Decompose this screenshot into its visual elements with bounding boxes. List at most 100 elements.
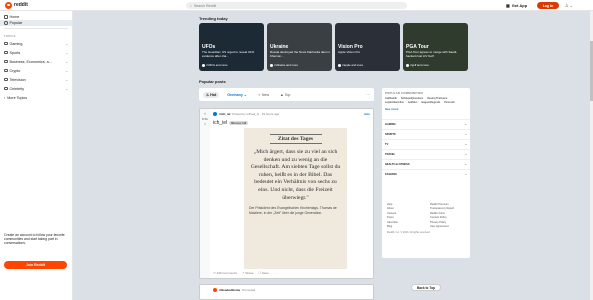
image-heading: Zitat des Tages xyxy=(269,134,322,144)
post-title[interactable]: ich_iel xyxy=(213,120,227,126)
subreddit-avatar[interactable] xyxy=(213,112,217,116)
trending-card-ukraine[interactable]: Ukraine Russia destroyed the Nova Kakhov… xyxy=(267,23,332,71)
business-icon xyxy=(4,59,8,64)
flame-icon: ♨ xyxy=(206,92,210,97)
comments-button[interactable]: ▭ 329 Comments xyxy=(213,271,237,275)
section-label: TV xyxy=(385,143,389,146)
post-flair: Bloomer Hill xyxy=(229,121,249,125)
chevron-down-icon: ⌄ xyxy=(65,68,68,73)
sparkle-icon: ✧ xyxy=(257,92,261,97)
post-image[interactable]: Zitat des Tages „Mich ärgert, dass sie z… xyxy=(244,128,347,269)
reddit-logo-icon xyxy=(5,1,12,9)
chevron-down-icon: ⌄ xyxy=(464,123,467,126)
trending-card-sub: r/golf and more xyxy=(406,63,429,67)
trending-card-sub-label: r/Ukraine and more xyxy=(274,63,298,67)
get-app-button[interactable]: ▦ Get App xyxy=(506,2,527,9)
downvote-icon[interactable]: ⇩ xyxy=(204,122,207,126)
sidebar-item-label: Celebrity xyxy=(9,86,25,91)
post-card[interactable]: ⇧ 8.5k ⇩ r/ich_iel Posted by u/Paul_G · … xyxy=(199,108,374,279)
sidebar-item-crypto[interactable]: Crypto ⌄ xyxy=(0,66,72,75)
more-options-icon[interactable]: ··· xyxy=(274,271,277,275)
search-icon: ⌕ xyxy=(190,3,192,8)
section-travel[interactable]: TRAVEL ⌄ xyxy=(382,149,470,159)
trending-card-pga-tour[interactable]: PGA Tour PGA Tour agrees to merge with S… xyxy=(403,23,468,71)
vote-column: ⇧ 8.5k ⇩ xyxy=(200,109,210,278)
login-button[interactable]: Log In xyxy=(537,2,559,9)
community-link[interactable]: Pinecraft xyxy=(444,101,454,105)
section-fashion[interactable]: FASHION ⌄ xyxy=(382,169,470,179)
sidebar-item-popular[interactable]: Popular xyxy=(0,20,72,26)
get-app-label: Get App xyxy=(511,3,528,8)
footer-link[interactable]: Transparency Report xyxy=(430,207,465,211)
filter-location-dropdown[interactable]: Germany ⌄ xyxy=(224,92,250,98)
section-gaming[interactable]: GAMING ⌄ xyxy=(382,119,470,129)
footer-link[interactable]: Press xyxy=(387,216,422,220)
trending-card-vision-pro[interactable]: Vision Pro Apple Vision Pro r/apple and … xyxy=(335,23,400,71)
filter-top[interactable]: ▲ Top xyxy=(277,92,293,98)
sidebar-item-more-topics[interactable]: › More Topics xyxy=(0,93,72,102)
filter-new[interactable]: ✧ New xyxy=(255,92,272,98)
filter-hot[interactable]: ♨ Hot xyxy=(203,91,220,98)
sidebar-item-celebrity[interactable]: Celebrity ⌄ xyxy=(0,84,72,93)
section-sports[interactable]: SPORTS ⌄ xyxy=(382,129,470,139)
subreddit-name[interactable]: r/HeadedHome xyxy=(219,288,240,292)
sidebar-item-label: More Topics xyxy=(7,95,28,100)
save-label: Save xyxy=(261,271,269,275)
chevron-down-icon: ⌄ xyxy=(65,86,68,91)
trending-card-sub: r/apple and more xyxy=(338,63,363,67)
chevron-down-icon: ⌄ xyxy=(65,59,68,64)
upvote-icon[interactable]: ⇧ xyxy=(204,112,207,116)
chevron-down-icon: ⌄ xyxy=(464,133,467,136)
share-button[interactable]: ↗ Share xyxy=(242,271,253,275)
community-link[interactable]: leagueoflegends xyxy=(421,101,440,105)
section-tv[interactable]: TV ⌄ xyxy=(382,139,470,149)
footer-link[interactable]: Blog xyxy=(387,225,422,229)
community-link[interactable]: AskMen xyxy=(408,101,417,105)
user-icon: ♙ xyxy=(565,3,569,8)
join-subreddit-button[interactable]: Join xyxy=(364,112,370,116)
section-health-fitness[interactable]: HEALTH & FITNESS ⌄ xyxy=(382,159,470,169)
footer-link[interactable]: User Agreement xyxy=(430,225,465,229)
crypto-icon xyxy=(4,68,8,73)
more-options-icon[interactable]: ··· xyxy=(366,93,370,97)
sidebar-item-gaming[interactable]: Gaming ⌄ xyxy=(0,39,72,48)
search-input[interactable]: ⌕ Search Reddit xyxy=(186,2,407,9)
sidebar-item-label: Popular xyxy=(9,21,23,25)
trending-card-desc: The Guardian: US urged to reveal UFO evi… xyxy=(202,50,255,58)
footer-link[interactable]: About xyxy=(387,207,422,211)
join-reddit-button[interactable]: Join Reddit xyxy=(4,261,67,269)
sidebar-item-label: Gaming xyxy=(9,41,23,46)
trending-card-sub: r/UFOs and more xyxy=(202,63,228,67)
chevron-down-icon: ⌄ xyxy=(243,92,247,97)
filter-label: Top xyxy=(284,92,291,97)
trending-card-ufos[interactable]: UFOs The Guardian: US urged to reveal UF… xyxy=(199,23,264,71)
chevron-down-icon: ⌄ xyxy=(464,153,467,156)
footer-link[interactable]: Content Policy xyxy=(430,216,465,220)
subreddit-icon xyxy=(202,63,205,67)
sidebar-item-sports[interactable]: Sports ⌄ xyxy=(0,48,72,57)
sidebar-item-television[interactable]: Television ⌄ xyxy=(0,75,72,84)
back-to-top-button[interactable]: Back to Top xyxy=(411,284,441,291)
image-source: Der Präsident des Evangelischen Kirchent… xyxy=(249,206,337,215)
section-label: FASHION xyxy=(385,173,397,176)
sidebar-item-business[interactable]: Business, Economics, a... ⌄ xyxy=(0,57,72,66)
sort-filter-bar: ♨ Hot Germany ⌄ ✧ New ▲ Top ··· xyxy=(199,88,374,101)
popular-posts-title: Popular posts xyxy=(199,79,226,84)
chevron-down-icon: ⌄ xyxy=(65,41,68,46)
save-button[interactable]: ☐ Save xyxy=(258,271,268,275)
user-menu[interactable]: ♙ ⌄ xyxy=(565,2,573,9)
subreddit-name[interactable]: r/ich_iel xyxy=(219,112,230,116)
reddit-logo[interactable]: reddit xyxy=(5,1,28,9)
post-title-row: ich_iel Bloomer Hill xyxy=(213,120,249,126)
trending-card-desc: Russia destroyed the Nova Kakhovka dam i… xyxy=(270,50,330,58)
post-card[interactable]: r/HeadedHome Promoted xyxy=(199,284,374,300)
section-label: TRAVEL xyxy=(385,153,396,156)
topics-heading: TOPICS xyxy=(4,34,16,38)
community-link[interactable]: explainlikeimfive xyxy=(385,101,404,105)
trending-card-sub-label: r/UFOs and more xyxy=(206,63,228,67)
subreddit-avatar[interactable] xyxy=(213,288,217,292)
search-placeholder: Search Reddit xyxy=(193,3,217,8)
sidebar-item-label: Sports xyxy=(9,50,21,55)
gaming-icon xyxy=(4,41,8,46)
television-icon xyxy=(4,77,8,82)
